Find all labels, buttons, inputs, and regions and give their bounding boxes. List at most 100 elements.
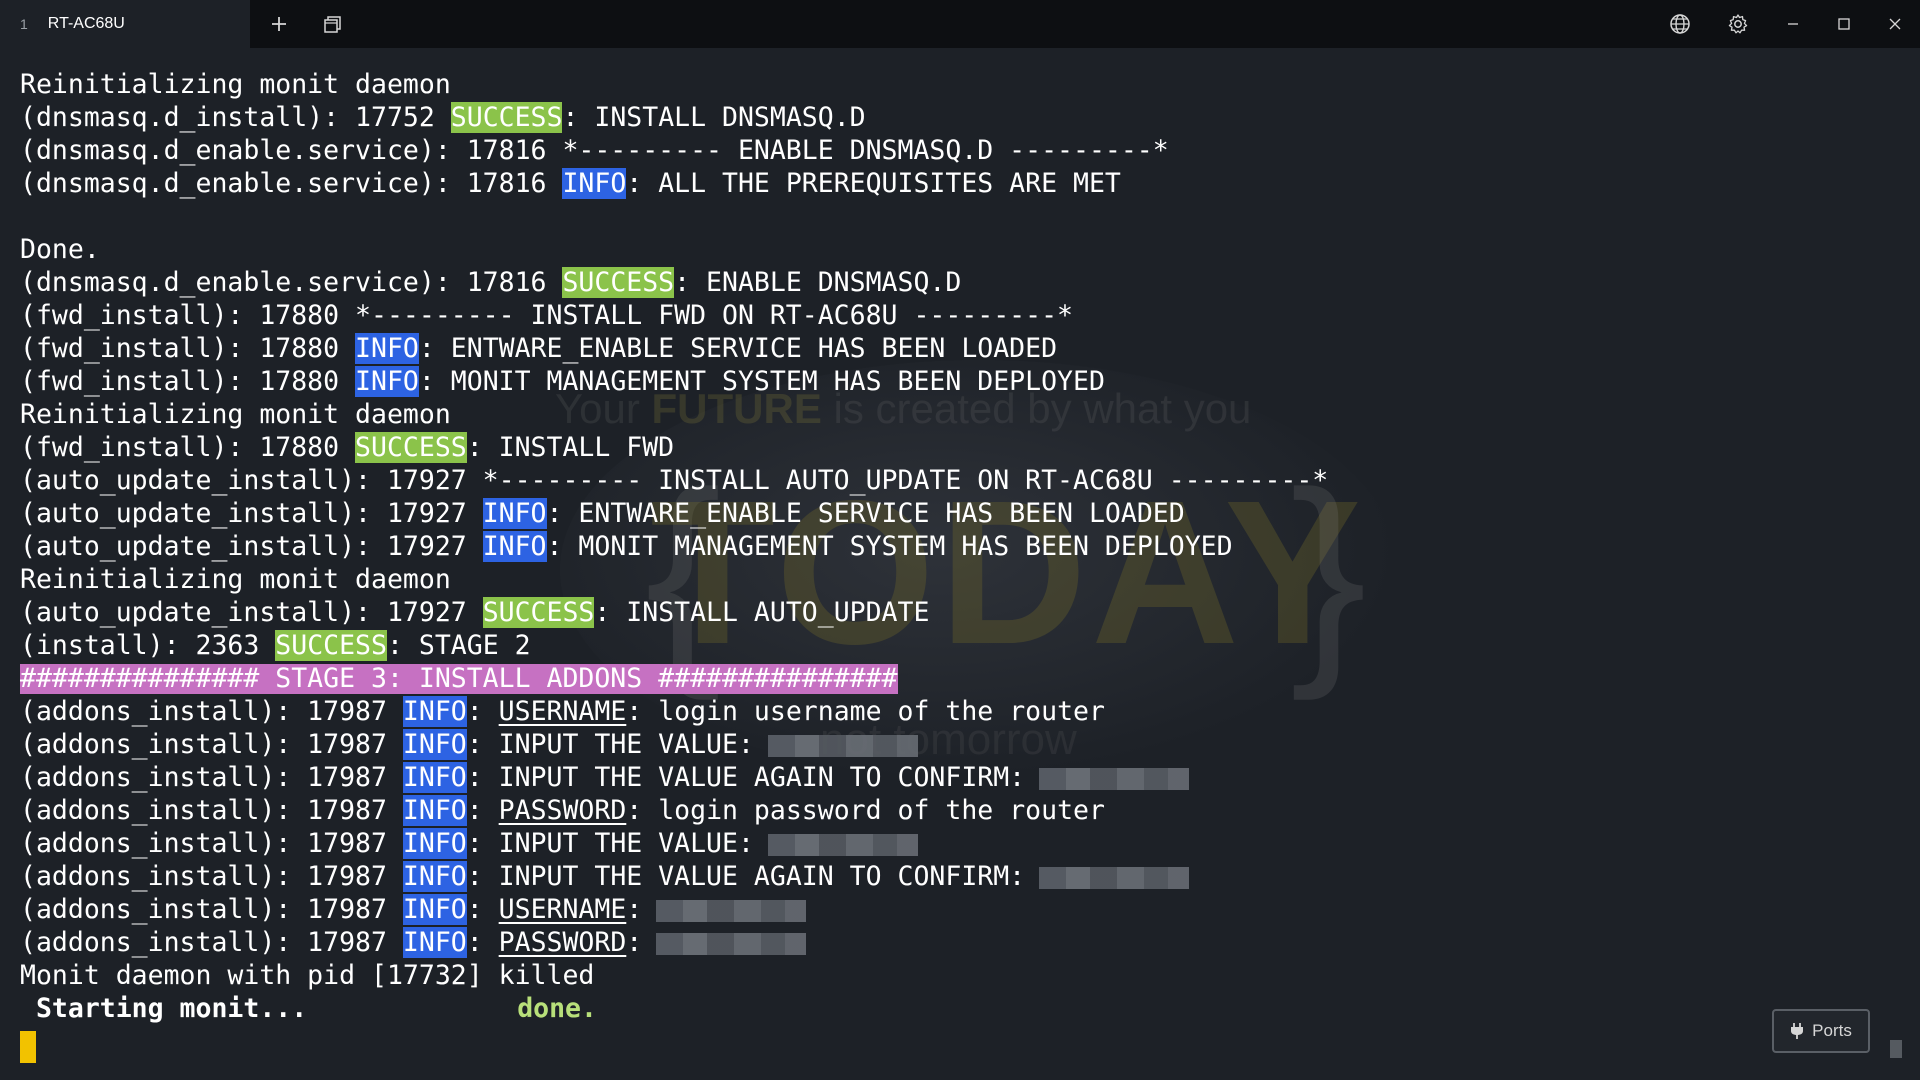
line-message: : STAGE 2 [386,630,531,661]
line-message: : INPUT THE VALUE AGAIN TO CONFIRM: [466,762,1026,793]
terminal-cursor [20,1031,36,1063]
terminal-line: Monit daemon with pid [17732] killed [20,959,1880,992]
success-badge: SUCCESS [450,102,563,133]
line-message: : ENTWARE_ENABLE SERVICE HAS BEEN LOADED [546,498,1185,529]
ports-button-label: Ports [1812,1021,1852,1040]
info-badge: INFO [562,168,627,199]
info-badge: INFO [402,894,467,925]
language-button[interactable] [1651,0,1709,48]
redacted-value [1039,866,1190,889]
new-tab-button[interactable] [250,0,308,48]
line-message: : [626,894,643,925]
gear-icon [1728,14,1748,34]
terminal-output[interactable]: Reinitializing monit daemon (dnsmasq.d_in… [20,68,1880,1068]
globe-icon [1670,14,1690,34]
line-prefix: (addons_install): 17987 [20,729,403,760]
line-prefix: (addons_install): 17987 [20,696,403,727]
terminal-line: Starting monit... done. [20,992,1880,1025]
line-separator: : [466,696,499,727]
line-prefix: (auto_update_install): 17927 [20,531,483,562]
terminal-line: Reinitializing monit daemon [20,563,1880,596]
line-text: Reinitializing monit daemon [20,564,451,595]
line-prefix: (addons_install): 17987 [20,828,403,859]
terminal-line: (addons_install): 17987 INFO: PASSWORD: [20,926,1880,959]
terminal-line: (auto_update_install): 17927 *--------- … [20,464,1880,497]
success-badge: SUCCESS [482,597,595,628]
terminal-line: (addons_install): 17987 INFO: USERNAME: [20,893,1880,926]
line-prefix: (auto_update_install): 17927 [20,597,483,628]
line-text: Reinitializing monit daemon [20,69,451,100]
field-name: PASSWORD [498,927,627,958]
terminal-line: (addons_install): 17987 INFO: INPUT THE … [20,860,1880,893]
terminal-line: (fwd_install): 17880 SUCCESS: INSTALL FW… [20,431,1880,464]
terminal-line: (addons_install): 17987 INFO: PASSWORD: … [20,794,1880,827]
line-prefix: (dnsmasq.d_install): 17752 [20,102,451,133]
line-message: : MONIT MANAGEMENT SYSTEM HAS BEEN DEPLO… [546,531,1233,562]
line-prefix: (fwd_install): 17880 [20,333,356,364]
line-prefix: (addons_install): 17987 [20,762,403,793]
line-prefix: (dnsmasq.d_enable.service): 17816 [20,168,563,199]
terminal-line: Reinitializing monit daemon [20,68,1880,101]
line-text: (dnsmasq.d_enable.service): 17816 *-----… [20,135,1169,166]
plus-icon [272,17,286,31]
info-badge: INFO [402,762,467,793]
success-badge: SUCCESS [355,432,467,463]
info-badge: INFO [402,927,467,958]
tab-rt-ac68u[interactable]: 1 RT-AC68U [0,0,250,48]
redacted-value [656,899,807,922]
scrollbar-thumb[interactable] [1890,1040,1902,1058]
terminal-line: (addons_install): 17987 INFO: INPUT THE … [20,728,1880,761]
terminal-line: (fwd_install): 17880 INFO: MONIT MANAGEM… [20,365,1880,398]
line-text: Done. [20,234,100,265]
line-message: : login password of the router [626,795,1105,826]
line-message: : MONIT MANAGEMENT SYSTEM HAS BEEN DEPLO… [418,366,1105,397]
tab-switcher-button[interactable] [308,0,358,48]
success-badge: SUCCESS [275,630,387,661]
terminal-line: (dnsmasq.d_enable.service): 17816 INFO: … [20,167,1880,200]
ports-button[interactable]: Ports [1772,1009,1870,1053]
terminal-line: (dnsmasq.d_enable.service): 17816 *-----… [20,134,1880,167]
close-button[interactable] [1869,0,1920,48]
line-message: : INPUT THE VALUE: [466,729,754,760]
info-badge: INFO [482,531,547,562]
line-prefix: (install): 2363 [20,630,276,661]
line-message: : INSTALL DNSMASQ.D [562,102,866,133]
terminal-line: (dnsmasq.d_install): 17752 SUCCESS: INST… [20,101,1880,134]
line-separator: : [466,927,499,958]
maximize-icon [1837,18,1850,30]
tab-title: RT-AC68U [47,15,125,32]
line-message: : INSTALL FWD [466,432,675,463]
maximize-button[interactable] [1818,0,1869,48]
line-text: Monit daemon with pid [17732] killed [20,960,595,991]
info-badge: INFO [402,828,467,859]
terminal-line: (addons_install): 17987 INFO: INPUT THE … [20,761,1880,794]
info-badge: INFO [482,498,547,529]
line-message: : ENTWARE_ENABLE SERVICE HAS BEEN LOADED [418,333,1058,364]
settings-button[interactable] [1709,0,1767,48]
info-badge: INFO [355,366,419,397]
line-message: : login username of the router [626,696,1105,727]
redacted-value [767,734,918,757]
stage-banner: ############### STAGE 3: INSTALL ADDONS … [20,663,898,694]
field-name: PASSWORD [498,795,627,826]
terminal-line: (auto_update_install): 17927 SUCCESS: IN… [20,596,1880,629]
line-message: : INPUT THE VALUE AGAIN TO CONFIRM: [466,861,1026,892]
line-prefix: (addons_install): 17987 [20,861,403,892]
terminal-line: (addons_install): 17987 INFO: USERNAME: … [20,695,1880,728]
terminal-line: (install): 2363 SUCCESS: STAGE 2 [20,629,1880,662]
minimize-icon [1787,23,1798,25]
line-message: : [626,927,643,958]
line-text: (auto_update_install): 17927 *--------- … [20,465,1329,496]
redacted-value [1039,767,1190,790]
line-text: Reinitializing monit daemon [20,399,451,430]
line-prefix: (addons_install): 17987 [20,927,403,958]
line-message: : ALL THE PREREQUISITES ARE MET [626,168,1121,199]
done-status: done. [517,993,597,1024]
info-badge: INFO [402,795,467,826]
minimize-button[interactable] [1767,0,1818,48]
line-text: (fwd_install): 17880 *--------- INSTALL … [20,300,1073,331]
redacted-value [767,833,918,856]
window-stack-icon [324,16,341,33]
field-name: USERNAME [498,696,627,727]
